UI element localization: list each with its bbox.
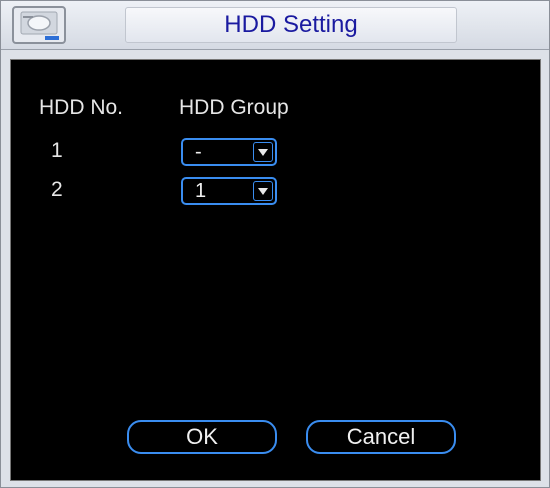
chevron-down-icon[interactable] bbox=[253, 142, 273, 162]
hdd-group-value-2: 1 bbox=[195, 180, 207, 202]
ok-button[interactable]: OK bbox=[127, 420, 277, 454]
hdd-no-2: 2 bbox=[51, 178, 63, 201]
hdd-no-1: 1 bbox=[51, 139, 63, 162]
hdd-group-select-1[interactable]: - bbox=[181, 138, 277, 166]
window-title: HDD Setting bbox=[125, 7, 457, 43]
hdd-no-header: HDD No. bbox=[39, 96, 124, 119]
hdd-group-value-1: - bbox=[195, 141, 202, 163]
hdd-icon bbox=[12, 6, 66, 44]
hdd-setting-window: HDD Setting HDD No. HDD Group 1 - 2 1 OK… bbox=[0, 0, 550, 488]
chevron-down-icon[interactable] bbox=[253, 181, 273, 201]
hdd-settings-panel: HDD No. HDD Group 1 - 2 1 OK Cancel bbox=[10, 59, 541, 481]
cancel-button[interactable]: Cancel bbox=[306, 420, 456, 454]
hdd-group-select-2[interactable]: 1 bbox=[181, 177, 277, 205]
hdd-group-header: HDD Group bbox=[179, 96, 289, 119]
title-bar: HDD Setting bbox=[1, 1, 549, 50]
